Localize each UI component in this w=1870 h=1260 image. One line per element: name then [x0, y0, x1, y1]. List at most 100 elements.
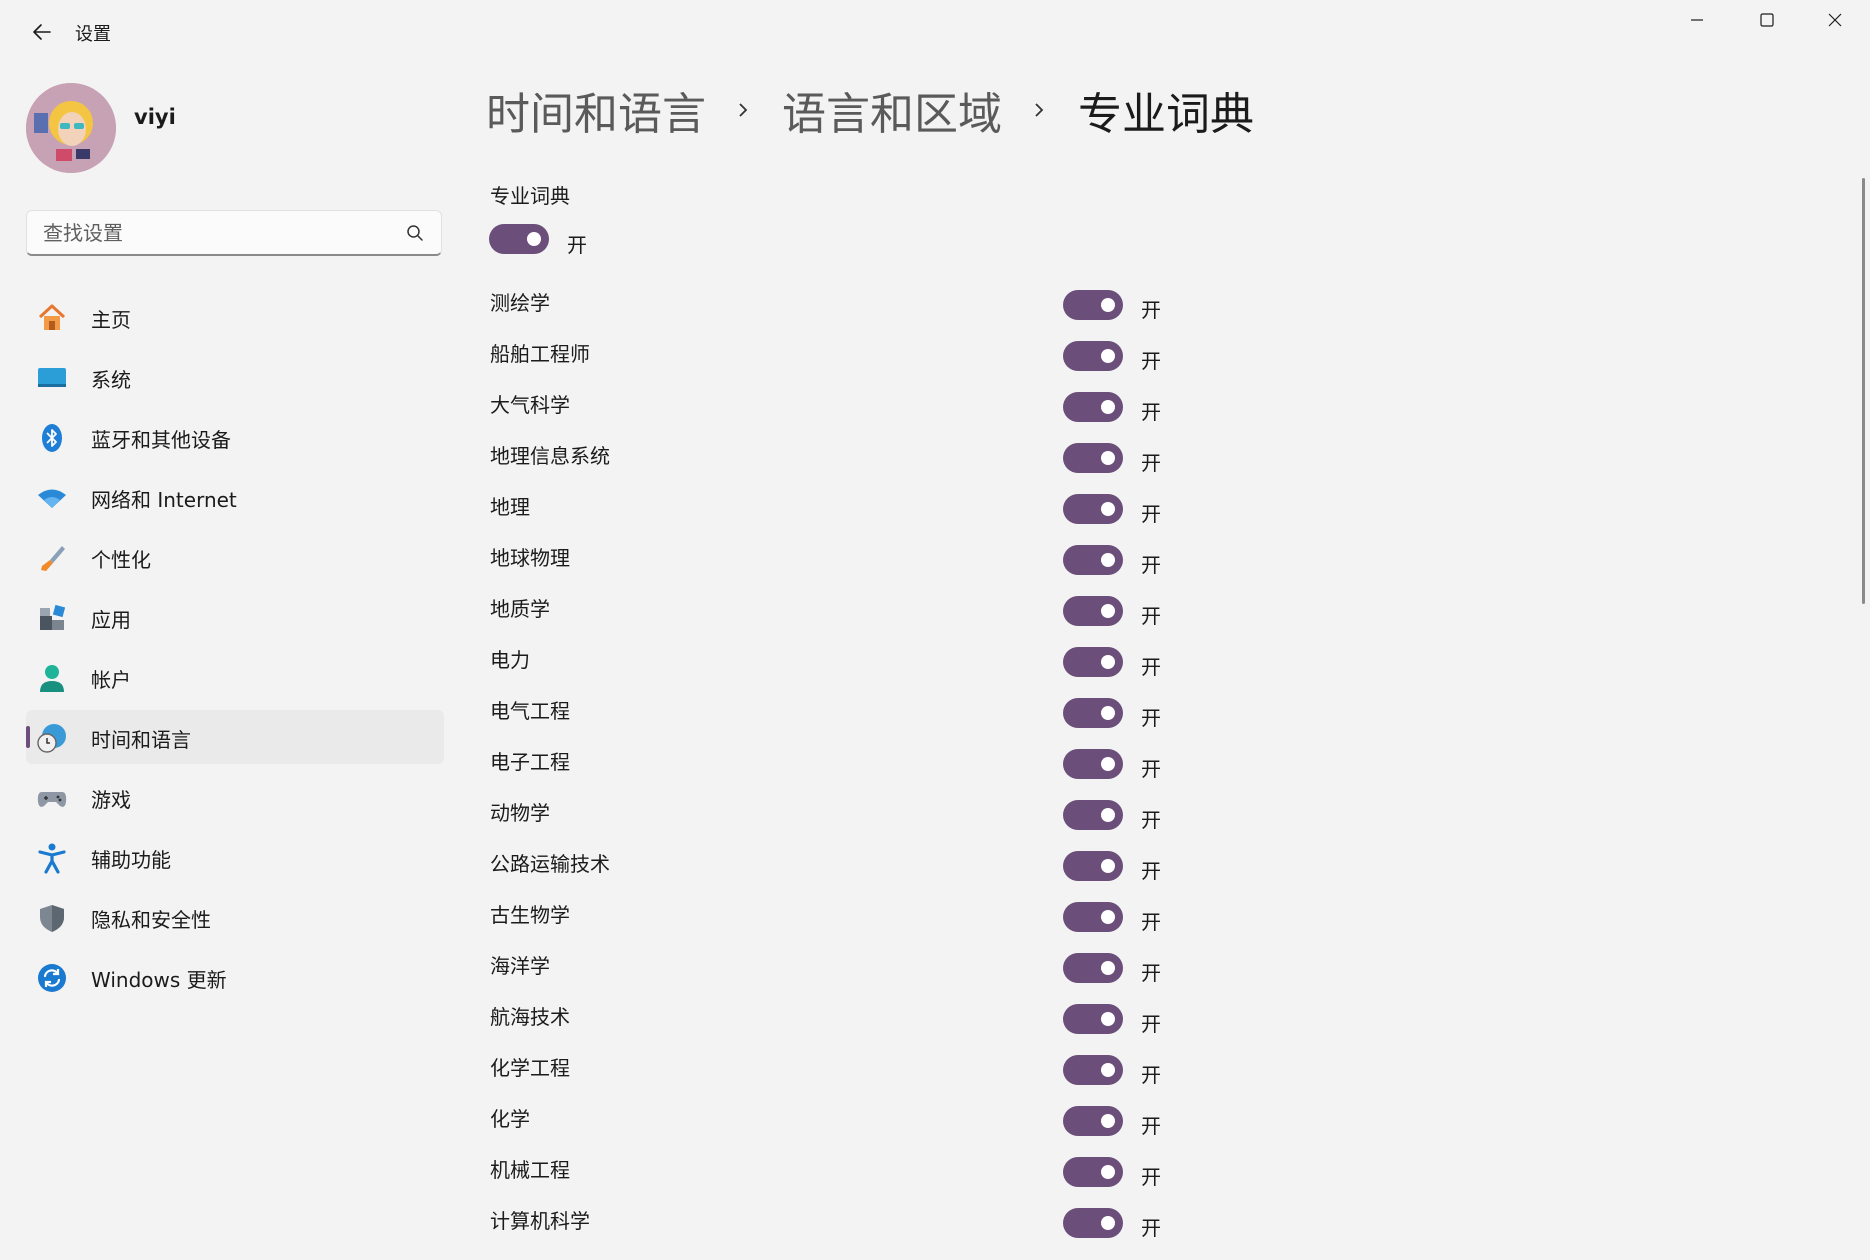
chevron-right-icon — [739, 103, 748, 117]
list-item: 古生物学 开 — [489, 894, 1209, 945]
list-item: 大气科学 开 — [489, 384, 1209, 435]
list-item: 海洋学 开 — [489, 945, 1209, 996]
maximize-icon — [1760, 13, 1774, 27]
dictionary-toggle[interactable] — [1063, 1106, 1123, 1136]
dictionary-toggle[interactable] — [1063, 1055, 1123, 1085]
section-title: 专业词典 — [490, 184, 570, 208]
user-name: viyi — [134, 105, 176, 129]
account-icon — [36, 662, 68, 694]
dictionary-toggle[interactable] — [1063, 1208, 1123, 1238]
list-item: 地质学 开 — [489, 588, 1209, 639]
shield-icon — [36, 902, 68, 934]
dictionary-label: 公路运输技术 — [490, 852, 610, 876]
search-input[interactable] — [41, 211, 385, 255]
dictionary-toggle[interactable] — [1063, 1157, 1123, 1187]
dictionary-label: 电气工程 — [490, 699, 570, 723]
list-item: 化学 开 — [489, 1098, 1209, 1149]
toggle-state: 开 — [1141, 961, 1161, 985]
back-button[interactable] — [20, 14, 64, 50]
toggle-state: 开 — [1141, 655, 1161, 679]
breadcrumb-time-language[interactable]: 时间和语言 — [486, 78, 706, 142]
sidebar-item-accessibility[interactable]: 辅助功能 — [26, 830, 444, 884]
dictionary-toggle[interactable] — [1063, 851, 1123, 881]
dictionary-toggle[interactable] — [1063, 290, 1123, 320]
dictionary-toggle[interactable] — [1063, 902, 1123, 932]
sidebar-item-network[interactable]: 网络和 Internet — [26, 470, 444, 524]
dictionary-toggle[interactable] — [1063, 392, 1123, 422]
list-item: 动物学 开 — [489, 792, 1209, 843]
time-language-icon — [36, 722, 68, 754]
toggle-state: 开 — [1141, 553, 1161, 577]
dictionary-toggle[interactable] — [1063, 800, 1123, 830]
list-item: 电子工程 开 — [489, 741, 1209, 792]
dictionary-toggle[interactable] — [1063, 341, 1123, 371]
sidebar-item-apps[interactable]: 应用 — [26, 590, 444, 644]
avatar[interactable] — [26, 83, 116, 173]
sidebar-item-home[interactable]: 主页 — [26, 290, 444, 344]
dictionary-toggle[interactable] — [1063, 698, 1123, 728]
sidebar-item-privacy[interactable]: 隐私和安全性 — [26, 890, 444, 944]
list-item: 公路运输技术 开 — [489, 843, 1209, 894]
list-item: 地球物理 开 — [489, 537, 1209, 588]
toggle-state: 开 — [1141, 604, 1161, 628]
dictionary-label: 化学 — [490, 1107, 530, 1131]
sidebar-item-label: 辅助功能 — [91, 848, 171, 872]
toggle-state: 开 — [1141, 1063, 1161, 1087]
search-box[interactable] — [26, 210, 442, 256]
list-item: 测绘学 开 — [489, 282, 1209, 333]
dictionary-toggle[interactable] — [1063, 647, 1123, 677]
sidebar-item-personalization[interactable]: 个性化 — [26, 530, 444, 584]
dictionary-toggle[interactable] — [1063, 545, 1123, 575]
sidebar-nav: 主页 系统 蓝牙和其他设备 网络和 Internet 个性化 应用 帐户 时间和… — [26, 290, 444, 1010]
sidebar-item-bluetooth[interactable]: 蓝牙和其他设备 — [26, 410, 444, 464]
sidebar-item-system[interactable]: 系统 — [26, 350, 444, 404]
search-icon[interactable] — [405, 223, 425, 243]
list-item: 船舶工程师 开 — [489, 333, 1209, 384]
toggle-state: 开 — [1141, 298, 1161, 322]
sidebar-item-windows-update[interactable]: Windows 更新 — [26, 950, 444, 1004]
maximize-button[interactable] — [1732, 0, 1802, 40]
close-icon — [1828, 13, 1842, 27]
scrollbar[interactable] — [1862, 178, 1865, 604]
toggle-state: 开 — [1141, 706, 1161, 730]
master-toggle[interactable] — [489, 224, 549, 254]
dictionary-toggle[interactable] — [1063, 1004, 1123, 1034]
toggle-state: 开 — [1141, 1114, 1161, 1138]
dictionary-label: 地质学 — [490, 597, 550, 621]
dictionary-toggle[interactable] — [1063, 596, 1123, 626]
sidebar-item-accounts[interactable]: 帐户 — [26, 650, 444, 704]
sidebar-item-gaming[interactable]: 游戏 — [26, 770, 444, 824]
dictionary-toggle[interactable] — [1063, 953, 1123, 983]
system-icon — [36, 362, 68, 394]
sidebar-item-label: 系统 — [91, 368, 131, 392]
minimize-icon — [1691, 19, 1703, 21]
dictionary-label: 化学工程 — [490, 1056, 570, 1080]
dictionary-toggle[interactable] — [1063, 494, 1123, 524]
sidebar-item-label: 网络和 Internet — [91, 488, 237, 512]
breadcrumb-language-region[interactable]: 语言和区域 — [782, 78, 1002, 142]
brush-icon — [36, 542, 68, 574]
sidebar-item-label: 应用 — [91, 608, 131, 632]
dictionary-toggle[interactable] — [1063, 749, 1123, 779]
dictionary-label: 船舶工程师 — [490, 342, 590, 366]
dictionary-list: 测绘学开 船舶工程师开 大气科学开 地理信息系统开 地理开 地球物理开 地质学开… — [489, 282, 1209, 1251]
sidebar-item-time-language[interactable]: 时间和语言 — [26, 710, 444, 764]
dictionary-label: 地理信息系统 — [490, 444, 610, 468]
close-button[interactable] — [1800, 0, 1870, 40]
minimize-button[interactable] — [1662, 0, 1732, 40]
dictionary-toggle[interactable] — [1063, 443, 1123, 473]
sidebar-item-label: 主页 — [91, 308, 131, 332]
wifi-icon — [36, 482, 68, 514]
dictionary-label: 电力 — [490, 648, 530, 672]
toggle-state: 开 — [1141, 859, 1161, 883]
dictionary-label: 地球物理 — [490, 546, 570, 570]
sidebar-item-label: Windows 更新 — [91, 968, 227, 992]
sidebar-item-label: 个性化 — [91, 548, 151, 572]
update-icon — [36, 962, 68, 994]
toggle-state: 开 — [1141, 757, 1161, 781]
chevron-right-icon — [1035, 103, 1044, 117]
toggle-state: 开 — [1141, 1165, 1161, 1189]
toggle-state: 开 — [1141, 1012, 1161, 1036]
page-title: 专业词典 — [1078, 89, 1254, 140]
toggle-state: 开 — [1141, 910, 1161, 934]
